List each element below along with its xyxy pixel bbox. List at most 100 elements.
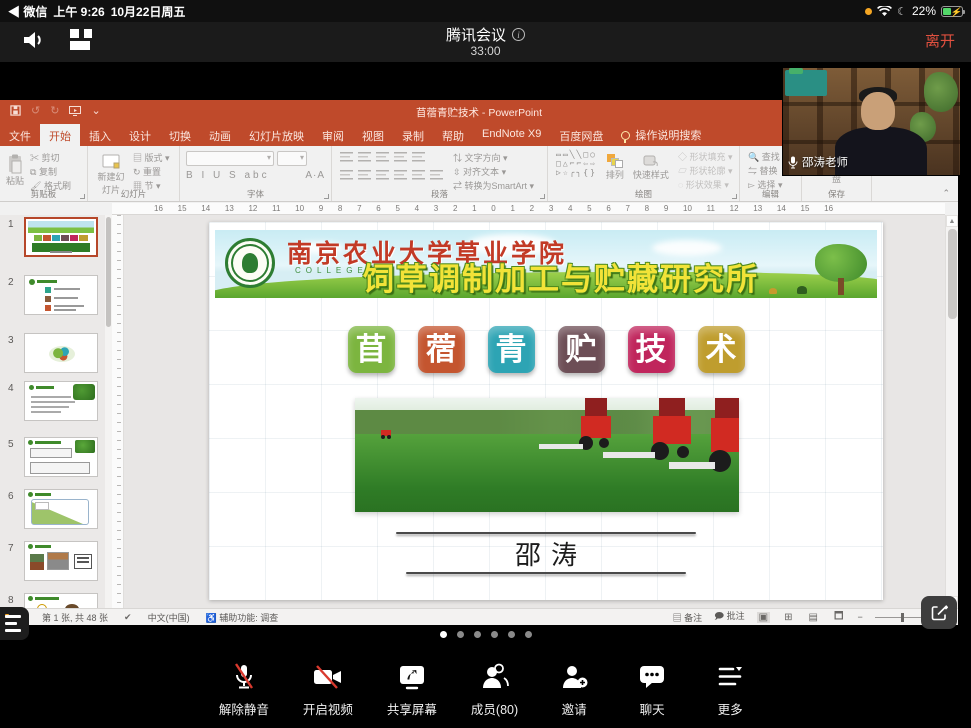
tab-insert[interactable]: 插入 bbox=[80, 124, 120, 146]
font-name-combo[interactable] bbox=[186, 151, 274, 166]
more-button[interactable]: 更多 bbox=[708, 662, 752, 728]
unmute-button[interactable]: 解除静音 bbox=[219, 662, 269, 728]
field-photo bbox=[355, 398, 739, 512]
tab-view[interactable]: 视图 bbox=[353, 124, 393, 146]
tab-transitions[interactable]: 切换 bbox=[160, 124, 200, 146]
thumbnail-preview bbox=[24, 333, 98, 373]
thumbnail-number: 5 bbox=[8, 439, 14, 450]
slideshow-view-button[interactable]: 🗖 bbox=[832, 609, 846, 626]
thumbnail-number: 3 bbox=[8, 335, 14, 346]
cut-button[interactable]: ✂ 剪切 bbox=[30, 152, 71, 164]
lightbulb-icon bbox=[621, 131, 630, 140]
chat-icon bbox=[637, 662, 667, 692]
scroll-up-arrow[interactable]: ▲ bbox=[946, 215, 958, 227]
slide-thumbnail-pane: 1 2 3 bbox=[0, 215, 112, 608]
notes-button[interactable]: ▤ 备注 bbox=[673, 611, 703, 624]
page-dot bbox=[508, 631, 515, 638]
align-buttons[interactable] bbox=[340, 169, 443, 180]
chat-button[interactable]: 聊天 bbox=[630, 662, 674, 728]
thumbnail-number: 7 bbox=[8, 543, 14, 554]
font-color-buttons[interactable]: A·A bbox=[305, 170, 325, 181]
thumbnail-scrollbar[interactable] bbox=[105, 215, 112, 608]
normal-view-button[interactable]: ▣ bbox=[757, 612, 770, 623]
back-to-wechat[interactable]: ◀ 微信 bbox=[8, 3, 47, 20]
tell-me-search[interactable]: 操作说明搜索 bbox=[612, 124, 710, 146]
tab-endnote[interactable]: EndNote X9 bbox=[473, 124, 550, 146]
zoom-out-button[interactable]: − bbox=[857, 612, 862, 622]
mic-in-use-indicator bbox=[865, 8, 872, 15]
status-date: 10月22日周五 bbox=[111, 3, 186, 20]
vertical-ruler bbox=[112, 215, 124, 608]
leave-meeting-button[interactable]: 离开 bbox=[925, 30, 955, 51]
tab-help[interactable]: 帮助 bbox=[433, 124, 473, 146]
text-direction-button[interactable]: ⇅ 文字方向 ▾ bbox=[453, 152, 534, 164]
comments-button[interactable]: 🗩 批注 bbox=[714, 609, 745, 625]
thumbnail-number: 1 bbox=[8, 219, 14, 230]
collapse-ribbon-icon[interactable]: ⌃ bbox=[942, 188, 950, 199]
wifi-icon bbox=[877, 6, 892, 17]
plant-decor bbox=[924, 72, 958, 112]
title-char: 蓿 bbox=[418, 326, 465, 373]
author-name: 邵涛 bbox=[209, 534, 883, 572]
participant-face bbox=[861, 92, 895, 130]
tab-record[interactable]: 录制 bbox=[393, 124, 433, 146]
meeting-header: 腾讯会议i 33:00 离开 bbox=[0, 22, 971, 62]
proofing-icon[interactable]: ✔ bbox=[124, 612, 132, 623]
tree-graphic bbox=[815, 244, 867, 296]
quick-styles-button[interactable]: 快速样式 bbox=[633, 150, 669, 181]
tab-home[interactable]: 开始 bbox=[40, 124, 80, 146]
reset-button[interactable]: ↻ 重置 bbox=[133, 166, 170, 178]
slide-canvas: 南京农业大学草业学院 COLLEGE OF 饲草调制加工与贮藏研究所 苜 蓿 青… bbox=[124, 215, 945, 608]
dnd-moon-icon: ☾ bbox=[897, 5, 907, 18]
reading-view-button[interactable]: ▤ bbox=[807, 612, 820, 623]
thumbnail-preview bbox=[24, 593, 98, 608]
tab-baidu-netdisk[interactable]: 百度网盘 bbox=[550, 124, 612, 146]
title-char: 苜 bbox=[348, 326, 395, 373]
more-icon bbox=[715, 662, 745, 692]
invite-button[interactable]: 邀请 bbox=[552, 662, 596, 728]
annotation-pen-float-button[interactable] bbox=[921, 596, 957, 629]
shape-fill-button[interactable]: ◇ 形状填充 ▾ bbox=[678, 151, 733, 163]
share-screen-button[interactable]: 共享屏幕 bbox=[387, 662, 437, 728]
canvas-scrollbar[interactable]: ▲ ▼ bbox=[945, 215, 958, 608]
page-dot bbox=[440, 631, 447, 638]
page-indicator bbox=[0, 631, 971, 638]
meeting-timer: 33:00 bbox=[0, 44, 971, 58]
thumbnail-number: 6 bbox=[8, 491, 14, 502]
status-time: 上午 9:26 bbox=[53, 3, 104, 20]
invite-icon bbox=[559, 662, 589, 692]
align-text-button[interactable]: ⇳ 对齐文本 ▾ bbox=[453, 166, 534, 178]
copy-button[interactable]: ⧉ 复制 bbox=[30, 166, 71, 178]
arrange-button[interactable]: 排列 bbox=[606, 150, 624, 181]
mic-active-icon bbox=[788, 156, 798, 169]
members-button[interactable]: 成员(80) bbox=[471, 662, 518, 728]
title-char: 贮 bbox=[558, 326, 605, 373]
powerpoint-window: ↺ ↻ ⌄ 苜蓿青贮技术 - PowerPoint 文件 开始 插入 设计 切换… bbox=[0, 100, 958, 625]
screen-share-icon bbox=[396, 662, 428, 692]
slide-banner: 南京农业大学草业学院 COLLEGE OF 饲草调制加工与贮藏研究所 bbox=[215, 230, 877, 298]
battery-percent: 22% bbox=[912, 4, 936, 18]
meeting-notes-float-button[interactable] bbox=[0, 607, 29, 640]
layout-button[interactable]: ▤ 版式 ▾ bbox=[133, 152, 170, 164]
paste-button[interactable]: 粘贴 bbox=[6, 150, 24, 192]
participant-video-tile[interactable]: 邵涛老师 bbox=[783, 68, 960, 175]
font-size-combo[interactable] bbox=[277, 151, 307, 166]
tab-review[interactable]: 审阅 bbox=[313, 124, 353, 146]
title-char: 青 bbox=[488, 326, 535, 373]
font-style-buttons[interactable]: B I U S abc bbox=[186, 170, 270, 181]
tab-slideshow[interactable]: 幻灯片放映 bbox=[240, 124, 313, 146]
language-status[interactable]: 中文(中国) bbox=[148, 611, 190, 624]
horizontal-ruler: 16 15 14 13 12 11 10 9 8 7 6 5 4 3 2 1 0… bbox=[112, 203, 945, 215]
shapes-gallery[interactable]: ▭▭╲╲□○ □△⌐⌐⇦⇨ ▷☆╭╮{} bbox=[556, 150, 597, 177]
slide-sorter-view-button[interactable]: ⊞ bbox=[782, 612, 794, 623]
tab-file[interactable]: 文件 bbox=[0, 124, 40, 146]
participant-name: 邵涛老师 bbox=[802, 154, 848, 170]
meeting-info-icon[interactable]: i bbox=[512, 28, 525, 41]
shape-outline-button[interactable]: ▱ 形状轮廓 ▾ bbox=[678, 165, 733, 177]
tab-design[interactable]: 设计 bbox=[120, 124, 160, 146]
accessibility-status[interactable]: ♿ 辅助功能: 调查 bbox=[206, 611, 279, 624]
list-buttons[interactable] bbox=[340, 151, 443, 162]
tab-animations[interactable]: 动画 bbox=[200, 124, 240, 146]
start-video-button[interactable]: 开启视频 bbox=[303, 662, 353, 728]
slide-counter: 第 1 张, 共 48 张 bbox=[42, 611, 108, 624]
